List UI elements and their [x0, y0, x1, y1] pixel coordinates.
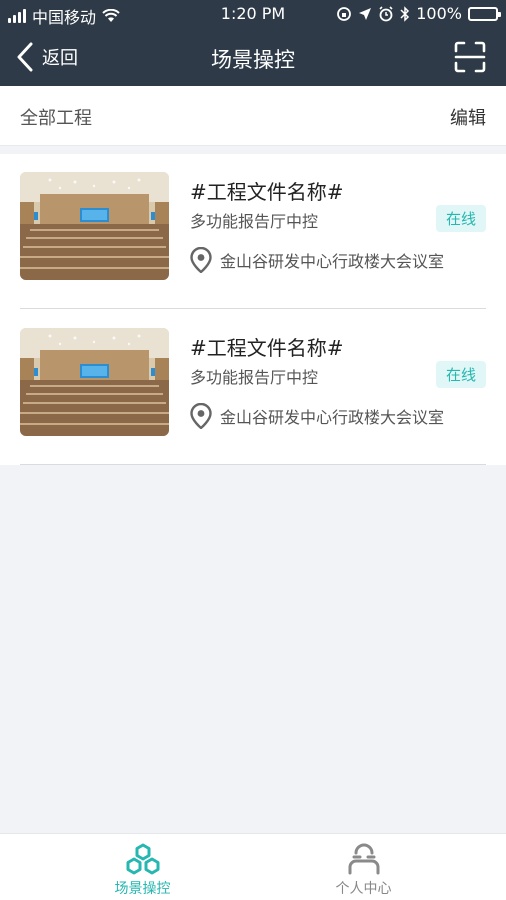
project-name: #工程文件名称#: [190, 336, 344, 360]
project-location: 金山谷研发中心行政楼大会议室: [190, 247, 444, 273]
battery-percent: 100%: [416, 4, 462, 23]
project-description: 多功能报告厅中控: [190, 212, 319, 231]
project-location: 金山谷研发中心行政楼大会议室: [190, 403, 444, 429]
location-arrow-icon: [359, 7, 372, 20]
auditorium-thumbnail: [20, 328, 169, 436]
filter-bar: 全部工程 编辑: [0, 86, 506, 146]
card-divider: [20, 308, 486, 309]
status-bar: 中国移动 1:20 PM 100%: [0, 0, 506, 28]
navbar: 返回 场景操控: [0, 30, 506, 86]
project-name: #工程文件名称#: [190, 180, 344, 204]
tab-scene-control[interactable]: 场景操控: [16, 834, 269, 900]
tab-label: 场景操控: [114, 881, 171, 897]
battery-icon: [468, 6, 501, 21]
bluetooth-icon: [400, 5, 410, 22]
tab-bar: 场景操控 个人中心: [0, 833, 506, 900]
alarm-icon: [379, 5, 393, 21]
hexagons-icon: [126, 843, 160, 875]
project-description: 多功能报告厅中控: [190, 368, 319, 387]
status-right: 100%: [336, 4, 501, 23]
card-divider: [20, 464, 486, 465]
location-text: 金山谷研发中心行政楼大会议室: [220, 252, 445, 271]
tab-label: 个人中心: [335, 881, 392, 897]
rotation-lock-icon: [337, 6, 352, 21]
location-text: 金山谷研发中心行政楼大会议室: [220, 408, 445, 427]
status-badge: 在线: [435, 361, 486, 388]
project-card[interactable]: #工程文件名称# 多功能报告厅中控 在线 金山谷研发中心行政楼大会议室: [0, 154, 506, 309]
auditorium-thumbnail: [20, 172, 169, 280]
scan-icon[interactable]: [454, 41, 486, 73]
filter-all-projects[interactable]: 全部工程: [20, 104, 92, 130]
project-list: #工程文件名称# 多功能报告厅中控 在线 金山谷研发中心行政楼大会议室 #工程文…: [0, 154, 506, 465]
tab-personal-center[interactable]: 个人中心: [237, 834, 490, 900]
status-badge: 在线: [435, 205, 486, 232]
project-card[interactable]: #工程文件名称# 多功能报告厅中控 在线 金山谷研发中心行政楼大会议室: [0, 310, 506, 465]
person-icon: [348, 843, 380, 875]
location-pin-icon: [190, 247, 212, 273]
top-header: 中国移动 1:20 PM 100% 返回 场景操控: [0, 0, 506, 86]
page-title: 场景操控: [211, 48, 295, 72]
location-pin-icon: [190, 403, 212, 429]
edit-button[interactable]: 编辑: [450, 104, 486, 130]
